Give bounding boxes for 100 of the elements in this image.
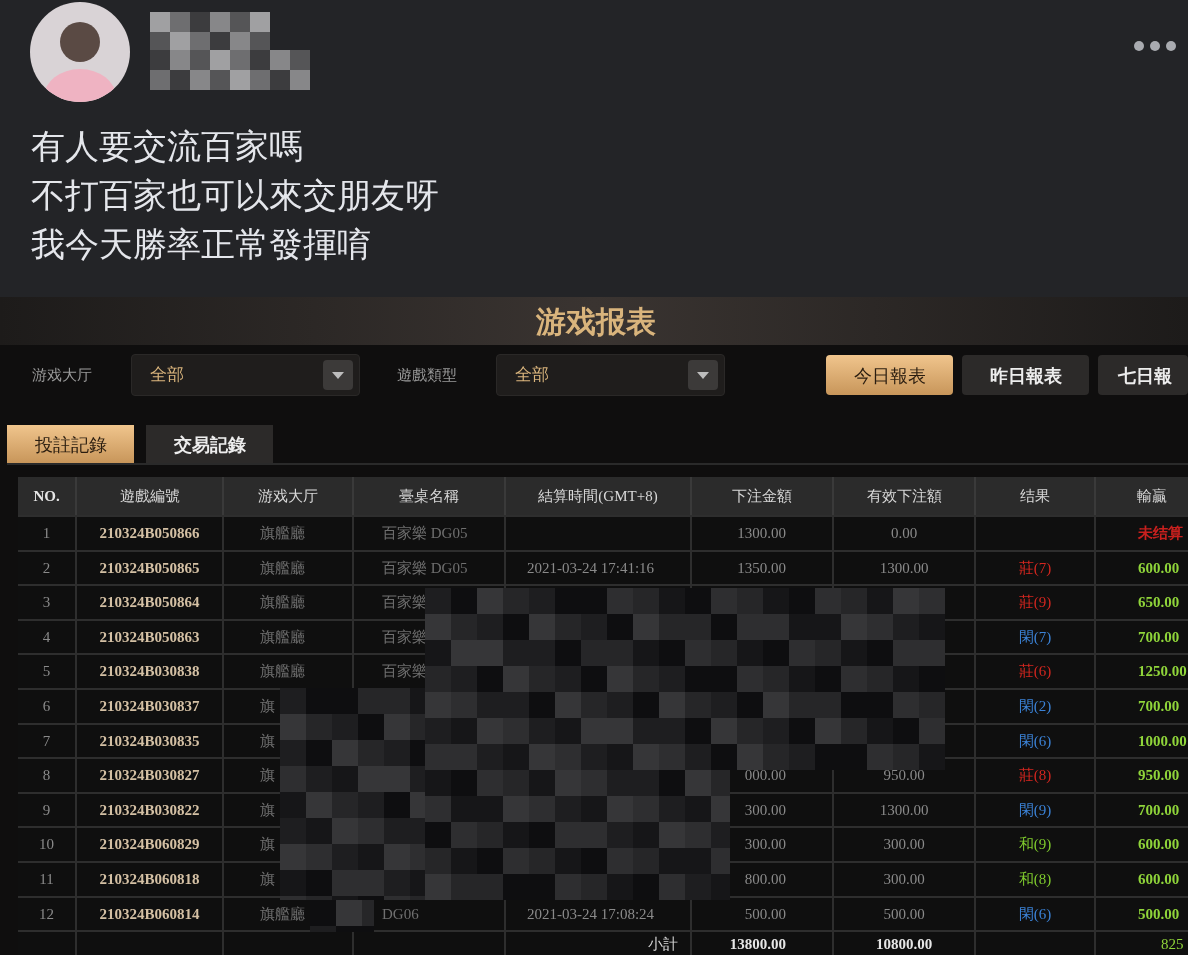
table-cell-text: 300.00 [744, 835, 786, 855]
table-cell-text: 7 [42, 731, 51, 751]
column-header: 輸贏 [1137, 486, 1167, 506]
table-cell-text: 10800.00 [875, 935, 933, 955]
table-cell-text: 2021-03-24 17:08:24 [527, 904, 655, 924]
table-cell-text: 百家樂 [382, 662, 427, 682]
column-header: 遊戲編號 [119, 486, 180, 506]
column-header: 有效下注額 [866, 486, 942, 506]
table-cell-text: 莊(8) [1018, 766, 1052, 786]
table-cell-text: 210324B050864 [99, 593, 200, 613]
table-cell-text: 210324B060818 [99, 870, 200, 889]
table-cell-text: 和(9) [1018, 835, 1052, 855]
table-cell-text: 旗艦廳 [260, 593, 305, 613]
table-cell-text: 12 [39, 904, 54, 924]
table-cell-text: 旗 [260, 835, 275, 855]
table-cell-text: 9 [42, 800, 51, 820]
table-cell-text: 和(8) [1018, 870, 1052, 889]
table-cell-text: 300.00 [883, 870, 925, 889]
table-cell-text: 莊(6) [1018, 662, 1052, 682]
table-cell-text: 2 [42, 558, 51, 578]
table-cell-text: 旗艦廳 [260, 904, 305, 924]
column-header: 游戏大厅 [258, 486, 318, 506]
table-cell-text: 旗艦廳 [260, 558, 305, 578]
report-button[interactable]: 七日報 [1098, 355, 1188, 395]
table-cell-text: 700.00 [1138, 800, 1180, 820]
table-cell-text: 旗 [260, 766, 275, 786]
table-cell-text: 閑(9) [1018, 800, 1052, 820]
table-cell-text: 210324B050863 [99, 627, 200, 647]
table-cell-text: 210324B030822 [99, 800, 200, 820]
table-cell-text: DG06 [382, 904, 419, 924]
dropdown-value: 全部 [515, 364, 550, 387]
post-text: 不打百家也可以來交朋友呀 [31, 175, 439, 216]
dropdown[interactable]: 全部 [131, 354, 360, 396]
table-cell-text: 閑(6) [1018, 904, 1052, 924]
tab[interactable]: 投註記錄 [7, 425, 134, 463]
table-cell-text: 6 [42, 697, 51, 716]
table-cell-text: 1300.00 [879, 800, 929, 820]
table-cell-text: 旗艦廳 [260, 662, 305, 682]
column-header: 结果 [1020, 486, 1050, 506]
table-cell-text: 百家樂 [382, 593, 427, 613]
table-cell-text: 13800.00 [729, 935, 786, 955]
dropdown[interactable]: 全部 [496, 354, 725, 396]
table-cell-text: 閑(2) [1018, 697, 1052, 716]
table-cell-text: 1 [42, 524, 51, 544]
table-cell-text: 300.00 [883, 835, 925, 855]
table-cell-text: 800.00 [744, 870, 786, 889]
column-header: 臺桌名稱 [399, 486, 459, 506]
post-text: 有人要交流百家嗎 [31, 126, 304, 167]
table-cell-text: 500.00 [883, 904, 925, 924]
caret-icon [688, 360, 718, 390]
tab[interactable]: 交易記錄 [146, 425, 273, 463]
table-cell-text: 700.00 [1138, 697, 1180, 716]
filter-label: 游戏大厅 [32, 364, 93, 385]
table-cell-text: 旗 [260, 697, 275, 716]
more-icon[interactable] [1133, 40, 1177, 52]
table-cell-text: 旗 [260, 800, 275, 820]
table-cell-text: 500.00 [1138, 904, 1180, 924]
table-cell-text: 210324B030838 [99, 662, 200, 682]
table-cell-text: 1350.00 [737, 558, 786, 578]
table-cell-text: 210324B060829 [99, 835, 200, 855]
table-cell-text: 1250.00 [1138, 662, 1187, 682]
table-cell-text: 百家樂 DG05 [382, 524, 468, 544]
table-cell-text: 0.00 [890, 524, 918, 544]
table-cell-text: 650.00 [1138, 593, 1180, 613]
report-button[interactable]: 今日報表 [826, 355, 953, 395]
table-cell-text: 1300.00 [737, 524, 786, 544]
table-cell-text: 閑(6) [1018, 731, 1052, 751]
column-header: NO. [33, 486, 60, 506]
column-header: 結算時間(GMT+8) [538, 486, 658, 506]
table-cell-text: 旗 [260, 731, 275, 751]
table-cell-text: 300.00 [744, 800, 786, 820]
table-cell-text: 210324B050865 [99, 558, 200, 578]
table-cell-text: 百家樂 DG05 [382, 558, 468, 578]
table-cell-text: 11 [39, 870, 54, 889]
table-cell-text: 未结算 [1138, 524, 1183, 544]
table-cell-text: 600.00 [1138, 835, 1180, 855]
table-cell-text: 1300.00 [879, 558, 929, 578]
table-cell-text: 百家樂 [382, 627, 427, 647]
table-cell-text: 小計 [648, 935, 678, 955]
dropdown-value: 全部 [150, 364, 185, 387]
report-title: 游戏报表 [535, 302, 656, 341]
table-cell-text: 500.00 [744, 904, 786, 924]
table-cell-text: 825 [1161, 935, 1184, 955]
table-cell-text: 950.00 [1138, 766, 1180, 786]
filter-label: 遊戲類型 [397, 364, 458, 385]
table-cell-text: 8 [42, 766, 51, 786]
table-cell-text: 600.00 [1138, 870, 1180, 889]
report-button[interactable]: 昨日報表 [962, 355, 1089, 395]
caret-icon [323, 360, 353, 390]
table-cell-text: 旗艦廳 [260, 524, 305, 544]
table-cell-text: 10 [39, 835, 54, 855]
table-cell-text: 210324B030835 [99, 731, 200, 751]
table-cell-text: 旗艦廳 [260, 627, 305, 647]
table-cell-text: 000.00 [744, 766, 786, 786]
table-cell-text: 閑(7) [1018, 627, 1052, 647]
table-cell-text: 210324B030837 [99, 697, 200, 716]
table-cell-text: 700.00 [1138, 627, 1180, 647]
table-cell-text: 莊(7) [1018, 558, 1052, 578]
table-cell-text: 5 [42, 662, 51, 682]
table-cell-text: 4 [42, 627, 51, 647]
